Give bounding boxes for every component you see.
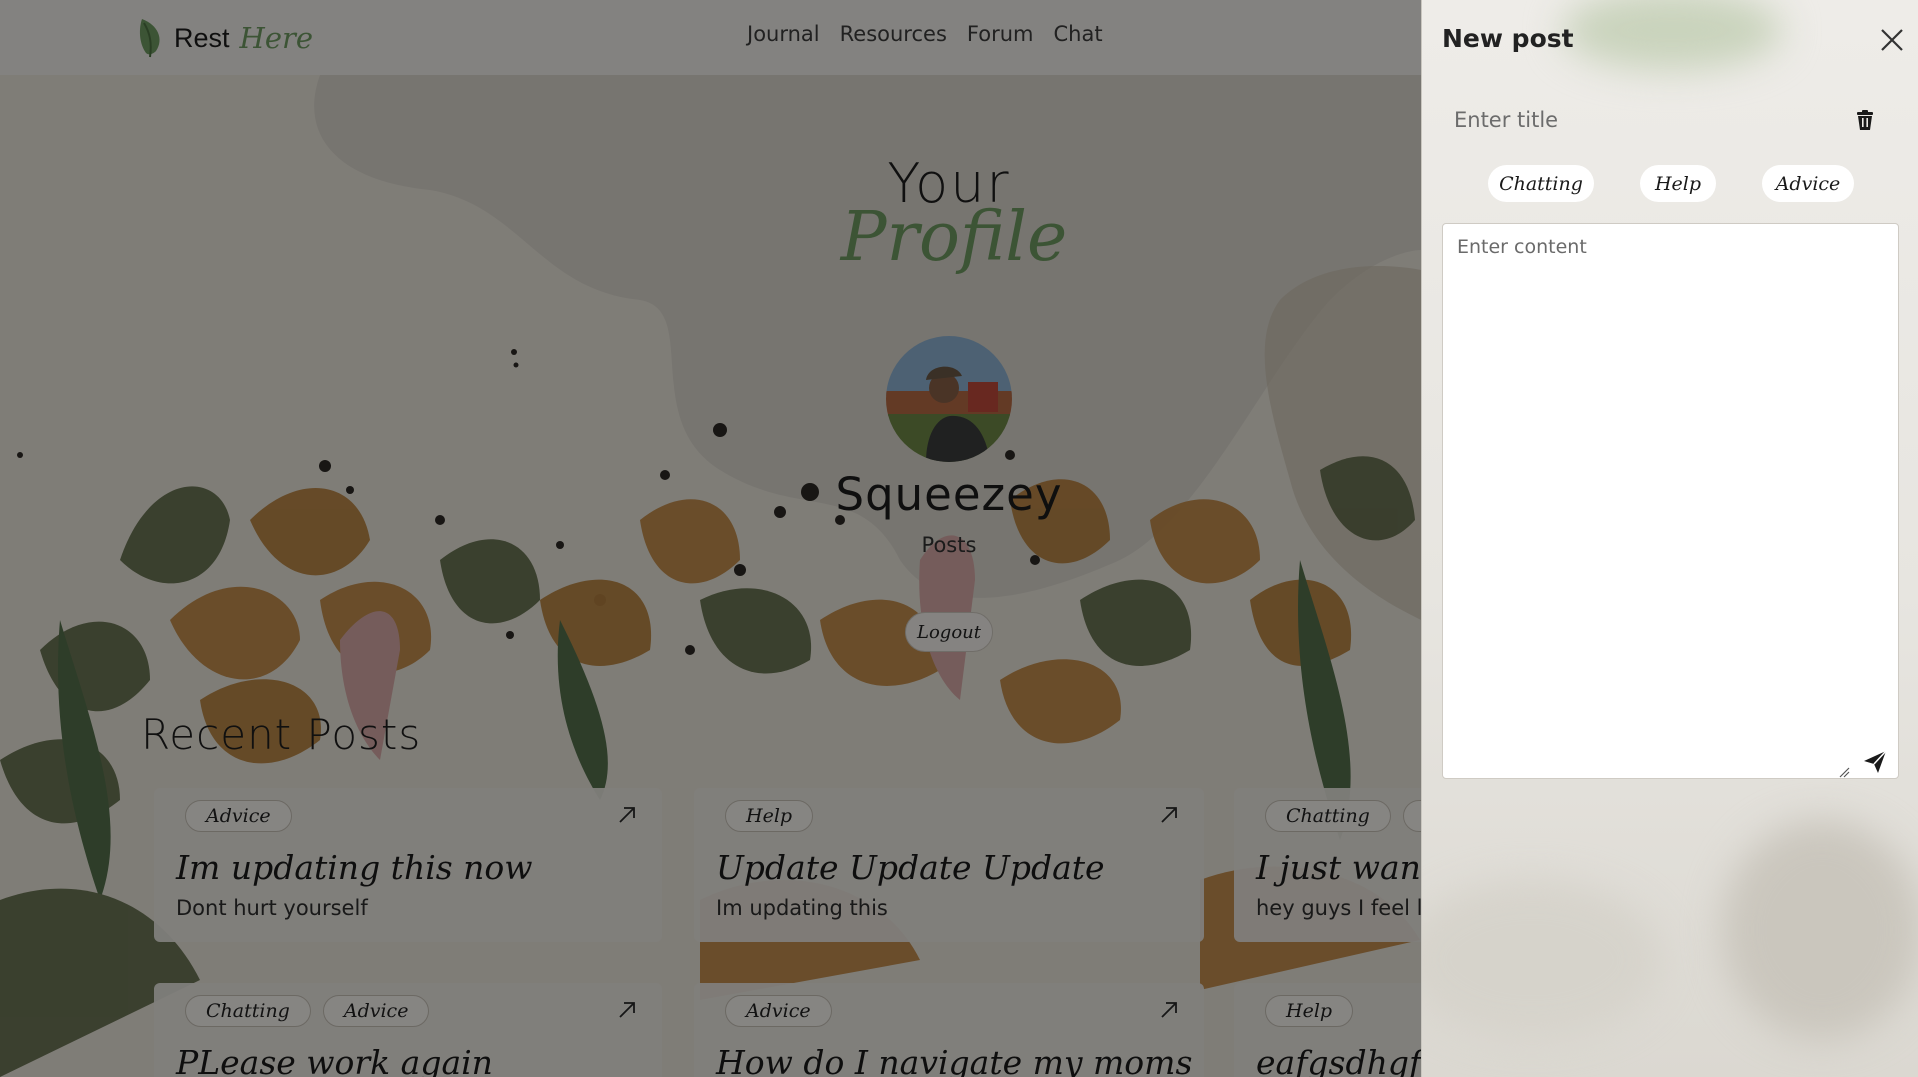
- panel-background-blur: [1562, 0, 1782, 70]
- page: Rest Here Journal Resources Forum Chat Y…: [0, 0, 1918, 1077]
- panel-title: New post: [1442, 24, 1574, 53]
- close-icon[interactable]: [1878, 26, 1906, 54]
- resize-grip-icon[interactable]: [1838, 766, 1850, 778]
- send-icon[interactable]: [1862, 749, 1888, 775]
- panel-background-blur: [1722, 820, 1918, 1040]
- content-textarea[interactable]: [1442, 223, 1899, 779]
- new-post-panel: New post Chatting Help Advice: [1421, 0, 1918, 1077]
- category-help[interactable]: Help: [1640, 165, 1716, 202]
- title-input[interactable]: [1442, 98, 1852, 142]
- category-chatting[interactable]: Chatting: [1488, 165, 1594, 202]
- category-advice[interactable]: Advice: [1762, 165, 1854, 202]
- trash-icon[interactable]: [1853, 108, 1877, 132]
- panel-background-blur: [1422, 880, 1662, 1040]
